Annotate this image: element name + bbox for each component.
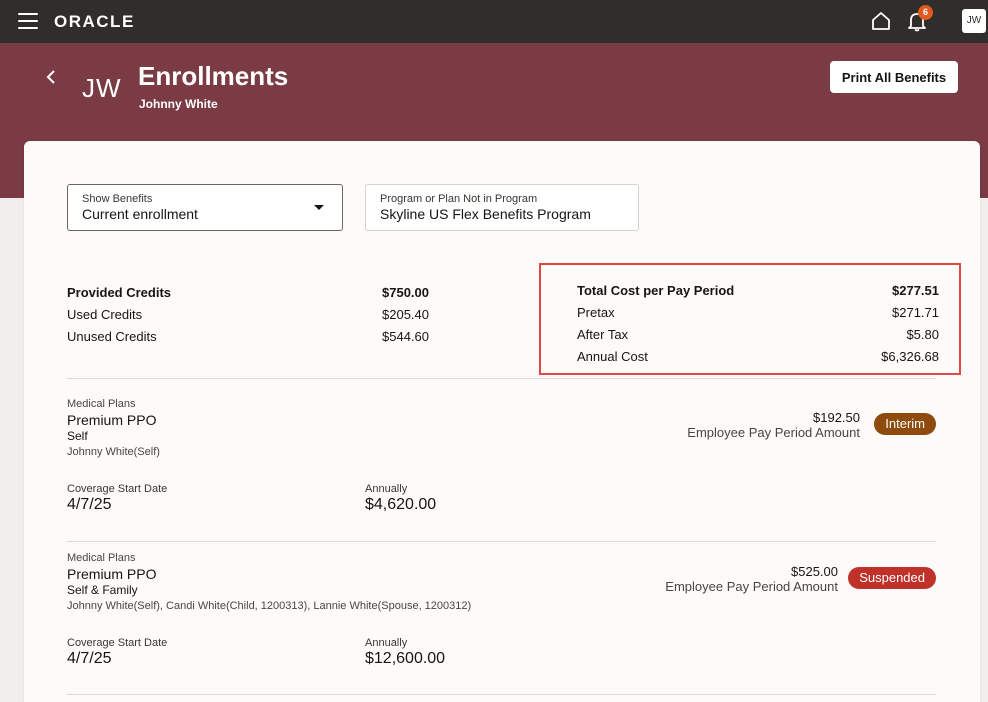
credits-label: Used Credits (67, 307, 143, 322)
caret-down-icon[interactable] (314, 205, 324, 210)
annual-amount: Annually $12,600.00 (365, 637, 445, 668)
program-field: Program or Plan Not in Program Skyline U… (365, 184, 639, 231)
program-value: Skyline US Flex Benefits Program (380, 206, 591, 222)
notification-badge: 6 (918, 5, 933, 20)
cost-row: After Tax $5.80 (577, 324, 939, 346)
plan-amount: $525.00 Employee Pay Period Amount (665, 564, 838, 594)
annual-value: $12,600.00 (365, 650, 446, 667)
plan-amount-value: $192.50 (813, 410, 860, 425)
home-icon[interactable] (870, 10, 892, 32)
plan-amount-label: Employee Pay Period Amount (665, 579, 838, 594)
cost-value: $271.71 (892, 305, 939, 320)
plan-amount-value: $525.00 (791, 564, 838, 579)
menu-icon[interactable] (18, 13, 38, 29)
employee-name: Johnny White (139, 97, 218, 111)
section-divider (67, 694, 936, 695)
credits-label: Provided Credits (67, 285, 172, 300)
credits-summary: Provided Credits $750.00 Used Credits $2… (67, 282, 429, 348)
plan-amount-label: Employee Pay Period Amount (687, 425, 860, 440)
plan-card[interactable]: Medical Plans Premium PPO Self & Family … (67, 552, 936, 677)
status-badge: Suspended (848, 567, 936, 589)
credits-value: $205.40 (382, 307, 429, 322)
coverage-start-label: Coverage Start Date (67, 483, 168, 495)
user-avatar[interactable]: JW (962, 9, 986, 33)
credits-row: Unused Credits $544.60 (67, 326, 429, 348)
plan-category: Medical Plans (67, 398, 136, 410)
credits-label: Unused Credits (67, 329, 157, 344)
coverage-start-label: Coverage Start Date (67, 637, 168, 649)
plan-amount: $192.50 Employee Pay Period Amount (687, 410, 860, 440)
back-chevron-icon[interactable] (42, 67, 60, 87)
show-benefits-select[interactable]: Show Benefits Current enrollment (67, 184, 343, 231)
plan-card[interactable]: Medical Plans Premium PPO Self Johnny Wh… (67, 398, 936, 518)
cost-summary: Total Cost per Pay Period $277.51 Pretax… (577, 280, 939, 368)
cost-row: Annual Cost $6,326.68 (577, 346, 939, 368)
cost-value: $277.51 (892, 283, 939, 298)
cost-label: Total Cost per Pay Period (577, 283, 735, 298)
show-benefits-value: Current enrollment (82, 206, 198, 222)
coverage-start-value: 4/7/25 (67, 496, 112, 513)
plan-participants: Johnny White(Self), Candi White(Child, 1… (67, 600, 472, 612)
status-badge: Interim (874, 413, 936, 435)
cost-row: Total Cost per Pay Period $277.51 (577, 280, 939, 302)
annual-label: Annually (365, 637, 408, 649)
enrollments-card: Show Benefits Current enrollment Program… (24, 141, 980, 702)
cost-label: After Tax (577, 327, 629, 342)
cost-value: $6,326.68 (881, 349, 939, 364)
coverage-start-value: 4/7/25 (67, 650, 112, 667)
credits-row: Provided Credits $750.00 (67, 282, 429, 304)
program-label: Program or Plan Not in Program (380, 193, 538, 205)
cost-row: Pretax $271.71 (577, 302, 939, 324)
cost-value: $5.80 (906, 327, 939, 342)
coverage-start: Coverage Start Date 4/7/25 (67, 637, 167, 668)
cost-label: Pretax (577, 305, 615, 320)
plan-participants: Johnny White(Self) (67, 446, 160, 458)
annual-value: $4,620.00 (365, 496, 437, 513)
section-divider (67, 378, 936, 379)
cost-summary-highlight: Total Cost per Pay Period $277.51 Pretax… (539, 263, 961, 375)
oracle-logo: ORACLE (54, 12, 135, 31)
section-divider (67, 541, 936, 542)
credits-value: $750.00 (382, 285, 429, 300)
plan-category: Medical Plans (67, 552, 136, 564)
annual-label: Annually (365, 483, 408, 495)
show-benefits-label: Show Benefits (82, 193, 153, 205)
coverage-start: Coverage Start Date 4/7/25 (67, 483, 167, 514)
employee-initials: JW (82, 73, 122, 103)
credits-row: Used Credits $205.40 (67, 304, 429, 326)
global-header: ORACLE 6 JW (0, 0, 988, 43)
credits-value: $544.60 (382, 329, 429, 344)
annual-amount: Annually $4,620.00 (365, 483, 436, 514)
page-title: Enrollments (138, 61, 289, 91)
cost-label: Annual Cost (577, 349, 648, 364)
print-all-benefits-button[interactable]: Print All Benefits (830, 61, 958, 93)
